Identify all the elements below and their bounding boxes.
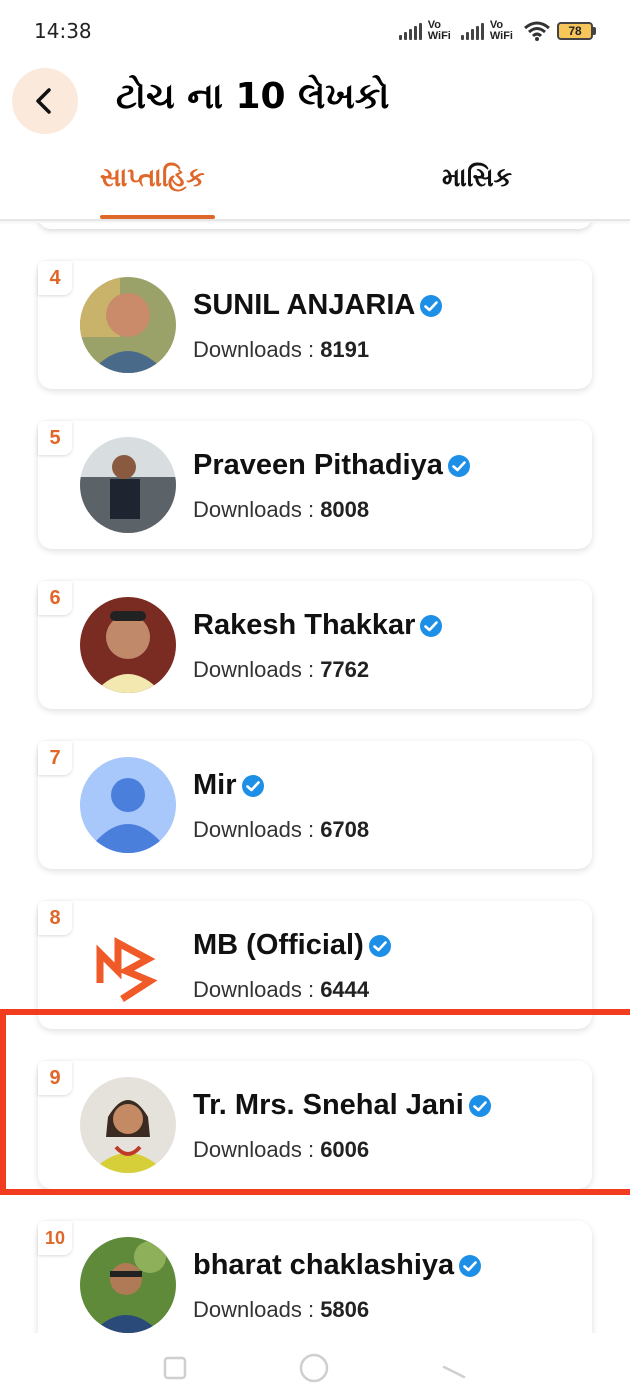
writer-name[interactable]: Rakesh Thakkar bbox=[193, 609, 415, 642]
vowifi-icon: Vo WiFi bbox=[427, 19, 451, 42]
writers-list[interactable]: 4 SUNIL ANJARIA Downloads : 8191 5 Prave… bbox=[0, 223, 630, 1333]
downloads-count: Downloads : 7762 bbox=[193, 657, 370, 682]
writer-card[interactable]: 10 bharat chaklashiya Downloads : 5806 bbox=[38, 1221, 592, 1333]
verified-badge-icon bbox=[459, 1254, 482, 1277]
writer-name[interactable]: Tr. Mrs. Snehal Jani bbox=[193, 1089, 464, 1122]
recents-icon[interactable] bbox=[162, 1355, 188, 1381]
status-bar: 14:38 Vo WiFi Vo WiFi 78 bbox=[0, 0, 630, 62]
mb-logo-icon[interactable] bbox=[80, 917, 176, 1013]
rank-badge: 6 bbox=[38, 581, 72, 615]
verified-badge-icon bbox=[468, 1094, 491, 1117]
default-avatar-icon[interactable] bbox=[80, 757, 176, 853]
tab-weekly[interactable]: સાપ્તાહિક bbox=[0, 145, 306, 219]
back-button[interactable] bbox=[12, 68, 78, 134]
rank-badge: 4 bbox=[38, 261, 72, 295]
avatar[interactable] bbox=[80, 1077, 176, 1173]
page-title: ટોચ ના 10 લેખકો bbox=[116, 76, 390, 117]
writer-name-row: Tr. Mrs. Snehal Jani bbox=[193, 1089, 492, 1122]
downloads-count: Downloads : 6006 bbox=[193, 1137, 370, 1162]
writer-name-row: MB (Official) bbox=[193, 929, 392, 962]
rank-badge: 5 bbox=[38, 421, 72, 455]
battery-icon: 78 bbox=[557, 22, 596, 40]
avatar[interactable] bbox=[80, 597, 176, 693]
writer-name[interactable]: SUNIL ANJARIA bbox=[193, 289, 415, 322]
chevron-left-icon bbox=[36, 88, 51, 114]
downloads-count: Downloads : 8191 bbox=[193, 337, 370, 362]
writer-card[interactable]: 7 Mir Downloads : 6708 bbox=[38, 741, 592, 869]
downloads-count: Downloads : 5806 bbox=[193, 1297, 370, 1322]
previous-card-edge bbox=[38, 223, 592, 229]
downloads-count: Downloads : 6708 bbox=[193, 817, 370, 842]
verified-badge-icon bbox=[420, 294, 443, 317]
writer-name-row: SUNIL ANJARIA bbox=[193, 289, 443, 322]
writer-name-row: Praveen Pithadiya bbox=[193, 449, 471, 482]
writer-card[interactable]: 6 Rakesh Thakkar Downloads : 7762 bbox=[38, 581, 592, 709]
tab-bar: સાપ્તાહિક માસિક bbox=[0, 145, 630, 221]
writer-card[interactable]: 4 SUNIL ANJARIA Downloads : 8191 bbox=[38, 261, 592, 389]
tab-monthly[interactable]: માસિક bbox=[306, 145, 630, 219]
downloads-count: Downloads : 6444 bbox=[193, 977, 370, 1002]
rank-badge: 8 bbox=[38, 901, 72, 935]
home-icon[interactable] bbox=[298, 1352, 330, 1384]
avatar[interactable] bbox=[80, 1237, 176, 1333]
rank-badge: 9 bbox=[38, 1061, 72, 1095]
signal-icon bbox=[460, 22, 484, 40]
app-header: ટોચ ના 10 લેખકો bbox=[0, 62, 630, 142]
avatar[interactable] bbox=[80, 277, 176, 373]
wifi-icon bbox=[524, 21, 550, 41]
back-nav-icon[interactable] bbox=[440, 1355, 468, 1381]
rank-badge: 10 bbox=[38, 1221, 72, 1255]
signal-icon bbox=[398, 22, 422, 40]
writer-name[interactable]: MB (Official) bbox=[193, 929, 364, 962]
verified-badge-icon bbox=[420, 614, 443, 637]
status-time: 14:38 bbox=[34, 19, 92, 43]
vowifi-icon: Vo WiFi bbox=[489, 19, 513, 42]
verified-badge-icon bbox=[368, 934, 391, 957]
writer-name-row: bharat chaklashiya bbox=[193, 1249, 482, 1282]
writer-card[interactable]: 9 Tr. Mrs. Snehal Jani Downloads : 6006 bbox=[38, 1061, 592, 1189]
verified-badge-icon bbox=[241, 774, 264, 797]
writer-name-row: Mir bbox=[193, 769, 265, 802]
writer-card[interactable]: 8 MB (Official) Downloads : 6444 bbox=[38, 901, 592, 1029]
writer-name[interactable]: Praveen Pithadiya bbox=[193, 449, 443, 482]
rank-badge: 7 bbox=[38, 741, 72, 775]
writer-card[interactable]: 5 Praveen Pithadiya Downloads : 8008 bbox=[38, 421, 592, 549]
verified-badge-icon bbox=[447, 454, 470, 477]
writer-name[interactable]: Mir bbox=[193, 769, 237, 802]
downloads-count: Downloads : 8008 bbox=[193, 497, 370, 522]
avatar[interactable] bbox=[80, 437, 176, 533]
system-nav-bar bbox=[0, 1335, 630, 1400]
writer-name[interactable]: bharat chaklashiya bbox=[193, 1249, 454, 1282]
writer-name-row: Rakesh Thakkar bbox=[193, 609, 443, 642]
status-icons: Vo WiFi Vo WiFi 78 bbox=[398, 19, 596, 42]
